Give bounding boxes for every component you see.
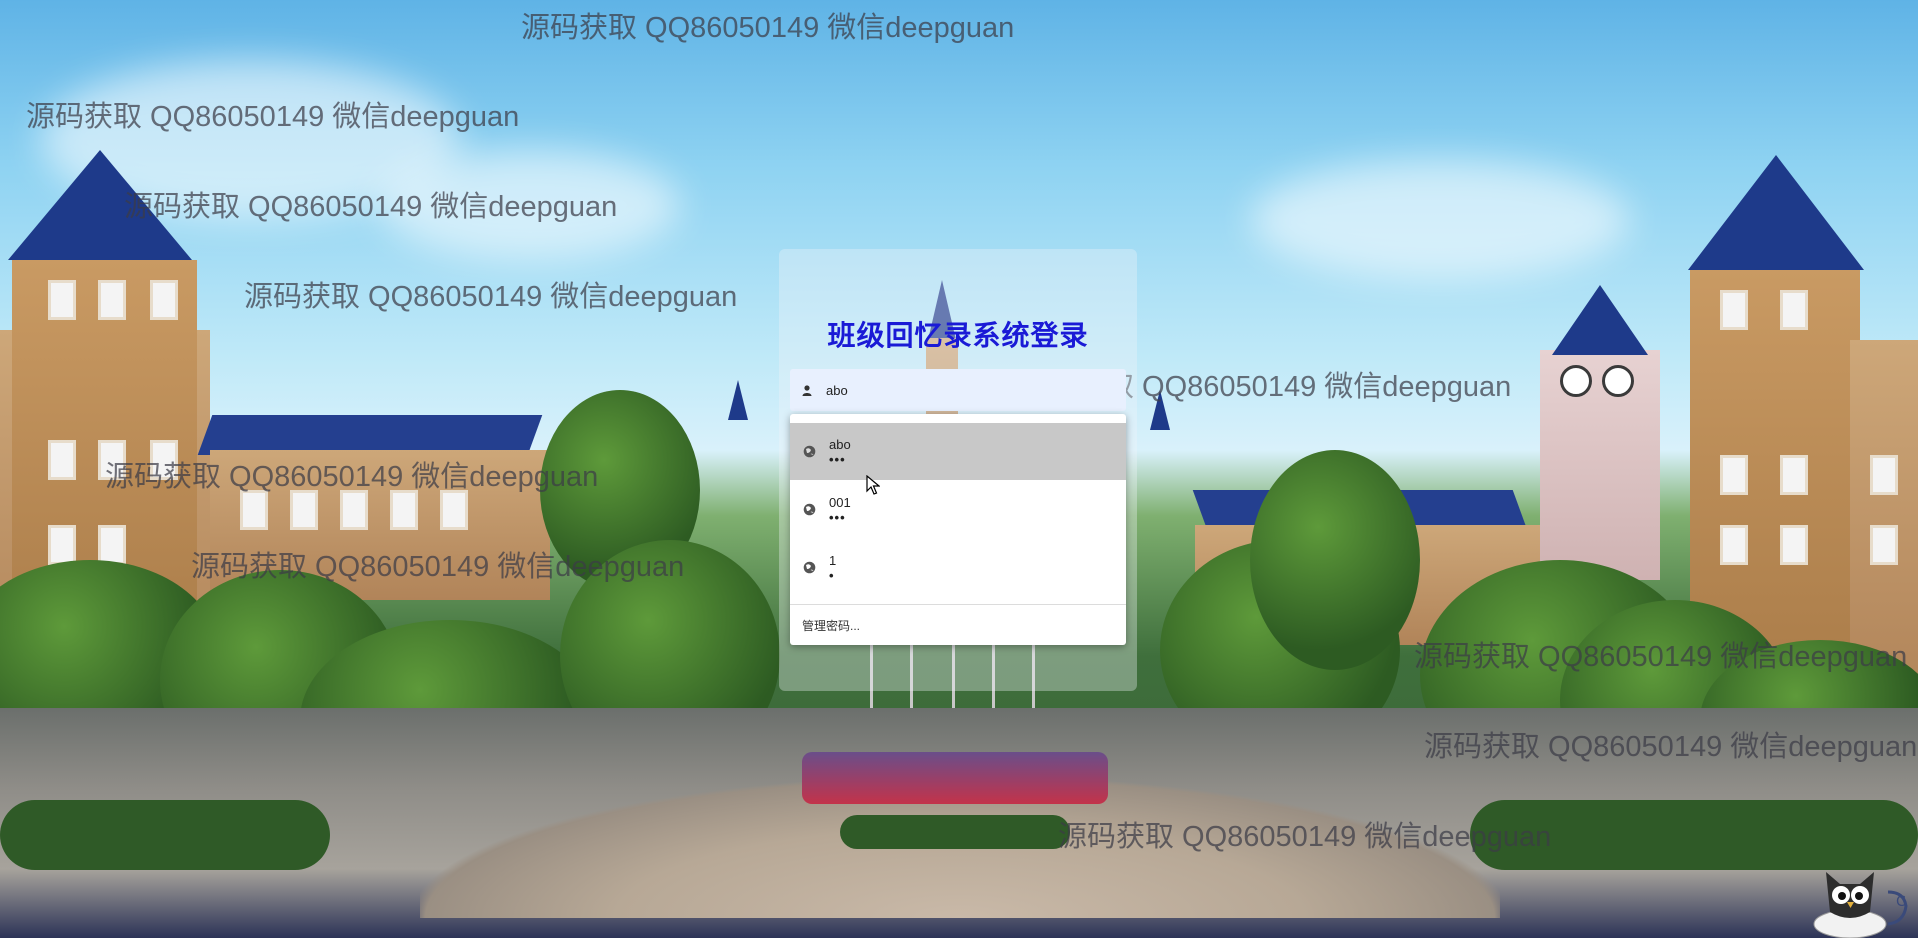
saved-password-mask: ••• [829,509,846,525]
mouse-cursor-icon [866,474,881,500]
page-title: 班级回忆录系统登录 [827,320,1089,351]
watermark-text: 源码获取 QQ86050149 微信deepguan [124,191,618,223]
watermark-text: 源码获取 QQ86050149 微信deepguan [26,101,520,133]
globe-icon [790,503,829,516]
svg-text:C: C [1896,894,1906,910]
globe-icon [790,561,829,574]
saved-username: 1 [829,552,837,568]
person-icon [790,384,824,396]
watermark-text: 源码获取 QQ86050149 微信deepguan [244,281,738,313]
username-field[interactable] [790,369,1126,411]
saved-login-item[interactable]: abo ••• [790,423,1126,480]
saved-username: 001 [829,494,851,510]
manage-passwords-link[interactable]: 管理密码... [802,617,860,634]
watermark-text: 源码获取 QQ86050149 微信deepguan [105,461,599,493]
watermark-text: 源码获取 QQ86050149 微信deepguan [191,551,685,583]
saved-login-item[interactable]: 1 • [790,539,1126,596]
saved-password-mask: ••• [829,451,846,467]
dropdown-divider [790,604,1126,605]
saved-password-dropdown: abo ••• 001 ••• 1 • 管理密码... [790,414,1126,645]
watermark-text: 源码获取 QQ86050149 微信deepguan [1058,821,1552,853]
watermark-text: 源码获取 QQ86050149 微信deepguan [1424,731,1918,763]
saved-login-item[interactable]: 001 ••• [790,481,1126,538]
watermark-text: 源码获取 QQ86050149 微信deepguan [1414,641,1908,673]
saved-password-mask: • [829,567,835,583]
globe-icon [790,445,829,458]
watermark-text: 源码获取 QQ86050149 微信deepguan [521,12,1015,44]
saved-username: abo [829,436,851,452]
username-input[interactable] [824,381,1108,399]
owl-mascot-icon[interactable]: C [1810,862,1916,943]
